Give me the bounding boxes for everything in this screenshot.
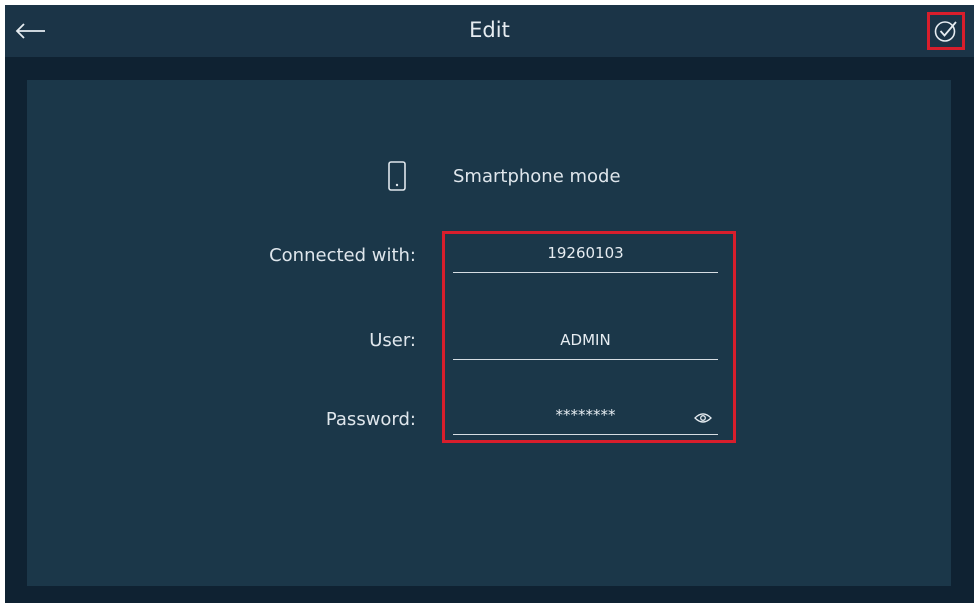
mode-indicator: [387, 160, 407, 196]
show-password-button[interactable]: [694, 409, 712, 428]
user-label: User:: [369, 330, 416, 351]
back-button[interactable]: [13, 15, 49, 47]
password-value: ********: [555, 406, 616, 424]
user-field[interactable]: ADMIN: [453, 323, 718, 360]
settings-panel: Smartphone mode Connected with: User: Pa…: [27, 80, 951, 586]
eye-icon: [694, 413, 712, 423]
app-screen: Edit Smartphone mode Connected with: Use…: [5, 5, 974, 603]
user-value: ADMIN: [560, 331, 611, 349]
check-circle-icon: [934, 21, 957, 42]
password-field[interactable]: ********: [453, 398, 718, 435]
smartphone-icon: [388, 161, 406, 191]
confirm-button[interactable]: [927, 12, 965, 50]
password-label: Password:: [325, 409, 416, 430]
page-title: Edit: [469, 18, 510, 42]
arrow-left-icon: [15, 23, 45, 39]
connected-with-field[interactable]: 19260103: [453, 236, 718, 273]
top-bar: Edit: [5, 5, 974, 57]
mode-label: Smartphone mode: [453, 166, 621, 187]
connected-with-label: Connected with:: [269, 245, 416, 266]
connected-with-value: 19260103: [547, 244, 624, 262]
